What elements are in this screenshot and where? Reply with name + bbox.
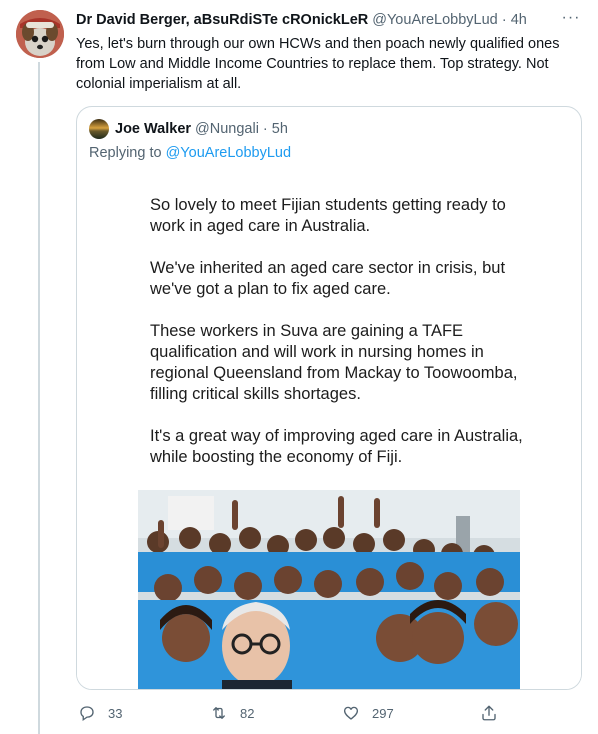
quoted-media[interactable]: So lovely to meet Fijian students gettin… bbox=[77, 173, 581, 689]
replying-to-line: Replying to @YouAreLobbyLud bbox=[89, 145, 291, 161]
retweet-button[interactable]: 82 bbox=[210, 700, 254, 726]
heart-icon bbox=[343, 706, 359, 720]
group-photo-illustration bbox=[138, 490, 520, 689]
reply-icon bbox=[80, 706, 94, 722]
quoted-tweet-time: 5h bbox=[271, 121, 288, 137]
replying-to-mention[interactable]: @YouAreLobbyLud bbox=[166, 145, 291, 161]
tweet-time[interactable]: 4h bbox=[511, 10, 527, 30]
like-button[interactable]: 297 bbox=[342, 700, 394, 726]
dog-avatar-image bbox=[16, 10, 64, 58]
tweet-header: Dr David Berger, aBsuRdiSTe cROnickLeR @… bbox=[76, 10, 582, 32]
quoted-tweet[interactable]: Joe Walker @Nungali · 5h Replying to @Yo… bbox=[76, 106, 582, 690]
retweet-count: 82 bbox=[240, 705, 255, 721]
replying-to-label: Replying to bbox=[89, 145, 162, 161]
quoted-avatar bbox=[89, 119, 109, 139]
media-text-block: So lovely to meet Fijian students gettin… bbox=[150, 195, 530, 489]
share-icon bbox=[482, 705, 496, 721]
quoted-author-name: Joe Walker bbox=[115, 121, 192, 137]
media-paragraph: It's a great way of improving aged care … bbox=[150, 427, 523, 466]
author-handle[interactable]: @YouAreLobbyLud bbox=[372, 10, 497, 30]
avatar-column bbox=[16, 10, 64, 58]
like-count: 297 bbox=[372, 705, 394, 721]
media-paragraph: These workers in Suva are gaining a TAFE… bbox=[150, 322, 518, 403]
media-paragraph: We've inherited an aged care sector in c… bbox=[150, 259, 506, 298]
group-photo bbox=[138, 490, 520, 689]
more-options-icon[interactable]: ··· bbox=[560, 10, 582, 32]
tweet-actions: 33 82 297 bbox=[76, 700, 516, 726]
quoted-author-handle: @Nungali bbox=[195, 121, 259, 137]
avatar[interactable] bbox=[16, 10, 64, 58]
author-name[interactable]: Dr David Berger, aBsuRdiSTe cROnickLeR bbox=[76, 10, 368, 30]
retweet-icon bbox=[213, 707, 225, 719]
tweet[interactable]: Dr David Berger, aBsuRdiSTe cROnickLeR @… bbox=[0, 0, 598, 734]
media-paragraph: So lovely to meet Fijian students gettin… bbox=[150, 196, 506, 235]
separator-dot: · bbox=[501, 11, 507, 28]
tweet-text: Yes, let's burn through our own HCWs and… bbox=[76, 36, 560, 92]
share-button[interactable] bbox=[480, 700, 510, 726]
quoted-separator-dot: · bbox=[262, 121, 268, 137]
tweet-main: Dr David Berger, aBsuRdiSTe cROnickLeR @… bbox=[76, 10, 582, 94]
reply-count: 33 bbox=[108, 705, 123, 721]
quoted-tweet-header: Joe Walker @Nungali · 5h bbox=[89, 119, 288, 139]
reply-button[interactable]: 33 bbox=[78, 700, 122, 726]
thread-line bbox=[38, 62, 40, 734]
